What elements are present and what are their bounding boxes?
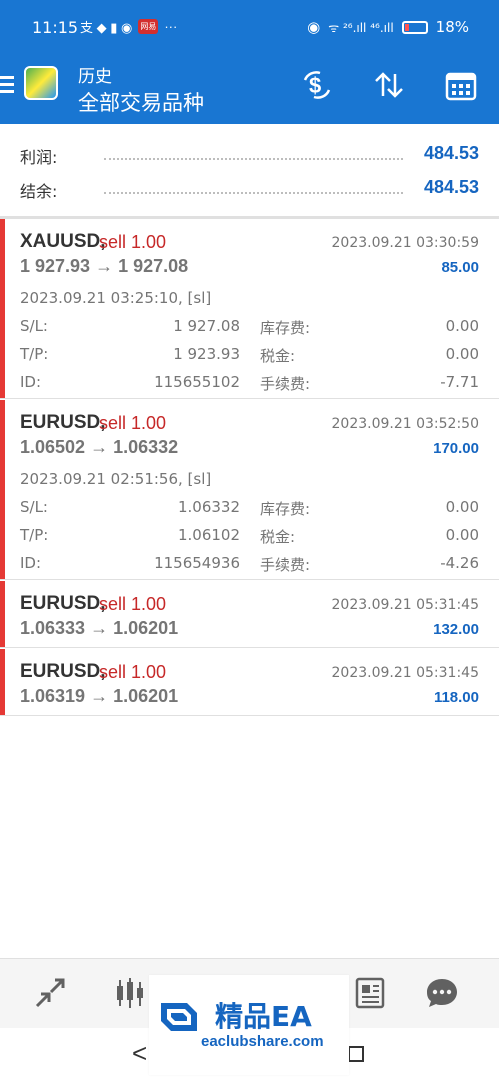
sort-arrows-icon[interactable] bbox=[372, 68, 406, 102]
trade-side: sell 1.00 bbox=[99, 662, 167, 682]
taxes-label: 税金: bbox=[260, 347, 296, 365]
trade-symbol: XAUUSD, bbox=[20, 231, 106, 252]
sell-indicator bbox=[0, 649, 5, 715]
trade-profit: 132.00 bbox=[433, 621, 479, 638]
sl-label: S/L: bbox=[20, 498, 48, 516]
id-value: 115654936 bbox=[154, 554, 240, 572]
swap-value: 0.00 bbox=[445, 498, 479, 516]
back-icon[interactable]: < bbox=[132, 1038, 147, 1069]
dotted-leader bbox=[104, 192, 403, 194]
recent-apps-icon[interactable] bbox=[348, 1046, 364, 1062]
commission-value: -4.26 bbox=[440, 554, 479, 572]
trade-close-time: 2023.09.21 05:31:45 bbox=[331, 597, 480, 613]
news-icon[interactable] bbox=[350, 973, 390, 1013]
sell-indicator bbox=[0, 581, 5, 647]
tp-value: 1 923.93 bbox=[173, 345, 240, 363]
trade-close-time: 2023.09.21 03:52:50 bbox=[331, 416, 480, 432]
watermark-logo-icon bbox=[157, 997, 203, 1037]
status-bar: 11:15 支 ◆ ▮ ◉ 网易 ··· ◉ ᯤ ²⁶.ıll ⁴⁶.ıll 1… bbox=[0, 0, 499, 52]
balance-label: 结余: bbox=[20, 182, 58, 201]
page-subtitle: 历史 bbox=[78, 67, 112, 87]
dollar-refresh-icon[interactable]: $ bbox=[300, 68, 334, 102]
taxes-value: 0.00 bbox=[445, 345, 479, 363]
eye-icon: ◉ bbox=[307, 18, 321, 36]
id-label: ID: bbox=[20, 373, 42, 391]
tp-label: T/P: bbox=[20, 345, 49, 363]
trade-prices: 1.06319 → 1.06201 bbox=[20, 686, 179, 706]
commission-value: -7.71 bbox=[440, 373, 479, 391]
svg-text:$: $ bbox=[309, 73, 321, 98]
trade-prices: 1 927.93 → 1 927.08 bbox=[20, 256, 189, 276]
chat-icon[interactable] bbox=[422, 973, 462, 1013]
notification-glyphs: 支 ◆ ▮ ◉ bbox=[80, 20, 133, 35]
status-right: ◉ ᯤ ²⁶.ıll ⁴⁶.ıll 18% bbox=[307, 18, 469, 36]
summary-profit-row: 利润: 484.53 bbox=[0, 132, 499, 167]
tp-value: 1.06102 bbox=[177, 526, 240, 544]
summary-panel: 利润: 484.53 结余: 484.53 bbox=[0, 132, 499, 201]
trade-item[interactable]: EURUSD, sell 1.00 2023.09.21 03:52:50 1.… bbox=[0, 400, 499, 580]
trade-close-time: 2023.09.21 03:30:59 bbox=[331, 235, 480, 251]
summary-balance-row: 结余: 484.53 bbox=[0, 166, 499, 201]
sl-value: 1 927.08 bbox=[173, 317, 240, 335]
commission-label: 手续费: bbox=[260, 375, 311, 393]
swap-label: 库存费: bbox=[260, 500, 311, 518]
trade-item[interactable]: EURUSD, sell 1.00 2023.09.21 05:31:45 1.… bbox=[0, 649, 499, 716]
battery-percent: 18% bbox=[435, 18, 469, 36]
trade-prices: 1.06502 → 1.06332 bbox=[20, 437, 179, 457]
trade-symbol: EURUSD, bbox=[20, 661, 106, 682]
sell-indicator bbox=[0, 219, 5, 398]
trade-prices: 1.06333 → 1.06201 bbox=[20, 618, 179, 638]
app-header: 11:15 支 ◆ ▮ ◉ 网易 ··· ◉ ᯤ ²⁶.ıll ⁴⁶.ıll 1… bbox=[0, 0, 499, 124]
battery-icon bbox=[401, 20, 428, 34]
trade-item[interactable]: XAUUSD, sell 1.00 2023.09.21 03:30:59 1 … bbox=[0, 219, 499, 399]
symbol-filter[interactable]: 全部交易品种 bbox=[78, 87, 204, 117]
status-time: 11:15 bbox=[32, 18, 79, 37]
swap-value: 0.00 bbox=[445, 317, 479, 335]
profit-label: 利润: bbox=[20, 148, 58, 167]
trade-profit: 170.00 bbox=[433, 440, 479, 457]
sell-indicator bbox=[0, 400, 5, 579]
trade-side: sell 1.00 bbox=[99, 413, 167, 433]
calendar-icon[interactable] bbox=[444, 68, 478, 102]
taxes-value: 0.00 bbox=[445, 526, 479, 544]
id-value: 115655102 bbox=[154, 373, 240, 391]
sl-value: 1.06332 bbox=[177, 498, 240, 516]
swap-label: 库存费: bbox=[260, 319, 311, 337]
trade-open-time: 2023.09.21 02:51:56, [sl] bbox=[20, 470, 212, 488]
trade-side: sell 1.00 bbox=[99, 232, 167, 252]
watermark: 精品EA eaclubshare.com bbox=[149, 975, 349, 1075]
candlestick-icon[interactable] bbox=[110, 973, 150, 1013]
dotted-leader bbox=[104, 158, 403, 160]
taxes-label: 税金: bbox=[260, 528, 296, 546]
trade-symbol: EURUSD, bbox=[20, 412, 106, 433]
netease-badge-icon: 网易 bbox=[138, 19, 159, 34]
menu-icon[interactable] bbox=[0, 76, 14, 94]
balance-value: 484.53 bbox=[423, 177, 479, 197]
trade-side: sell 1.00 bbox=[99, 594, 167, 614]
trade-item[interactable]: EURUSD, sell 1.00 2023.09.21 05:31:45 1.… bbox=[0, 581, 499, 648]
signal-icons: ᯤ ²⁶.ıll ⁴⁶.ıll bbox=[328, 20, 394, 35]
watermark-url: eaclubshare.com bbox=[201, 1033, 324, 1050]
trade-arrows-icon[interactable] bbox=[30, 973, 70, 1013]
more-notifications: ··· bbox=[164, 19, 178, 34]
trade-close-time: 2023.09.21 05:31:45 bbox=[331, 665, 480, 681]
trade-profit: 85.00 bbox=[441, 259, 479, 276]
trade-symbol: EURUSD, bbox=[20, 593, 106, 614]
profit-value: 484.53 bbox=[423, 143, 479, 163]
sl-label: S/L: bbox=[20, 317, 48, 335]
status-notification-icons: 支 ◆ ▮ ◉ 网易 ··· bbox=[80, 17, 177, 36]
trade-profit: 118.00 bbox=[433, 689, 479, 706]
watermark-title: 精品EA bbox=[215, 1000, 312, 1033]
app-logo bbox=[24, 66, 58, 100]
trade-open-time: 2023.09.21 03:25:10, [sl] bbox=[20, 289, 212, 307]
commission-label: 手续费: bbox=[260, 556, 311, 574]
tp-label: T/P: bbox=[20, 526, 49, 544]
id-label: ID: bbox=[20, 554, 42, 572]
